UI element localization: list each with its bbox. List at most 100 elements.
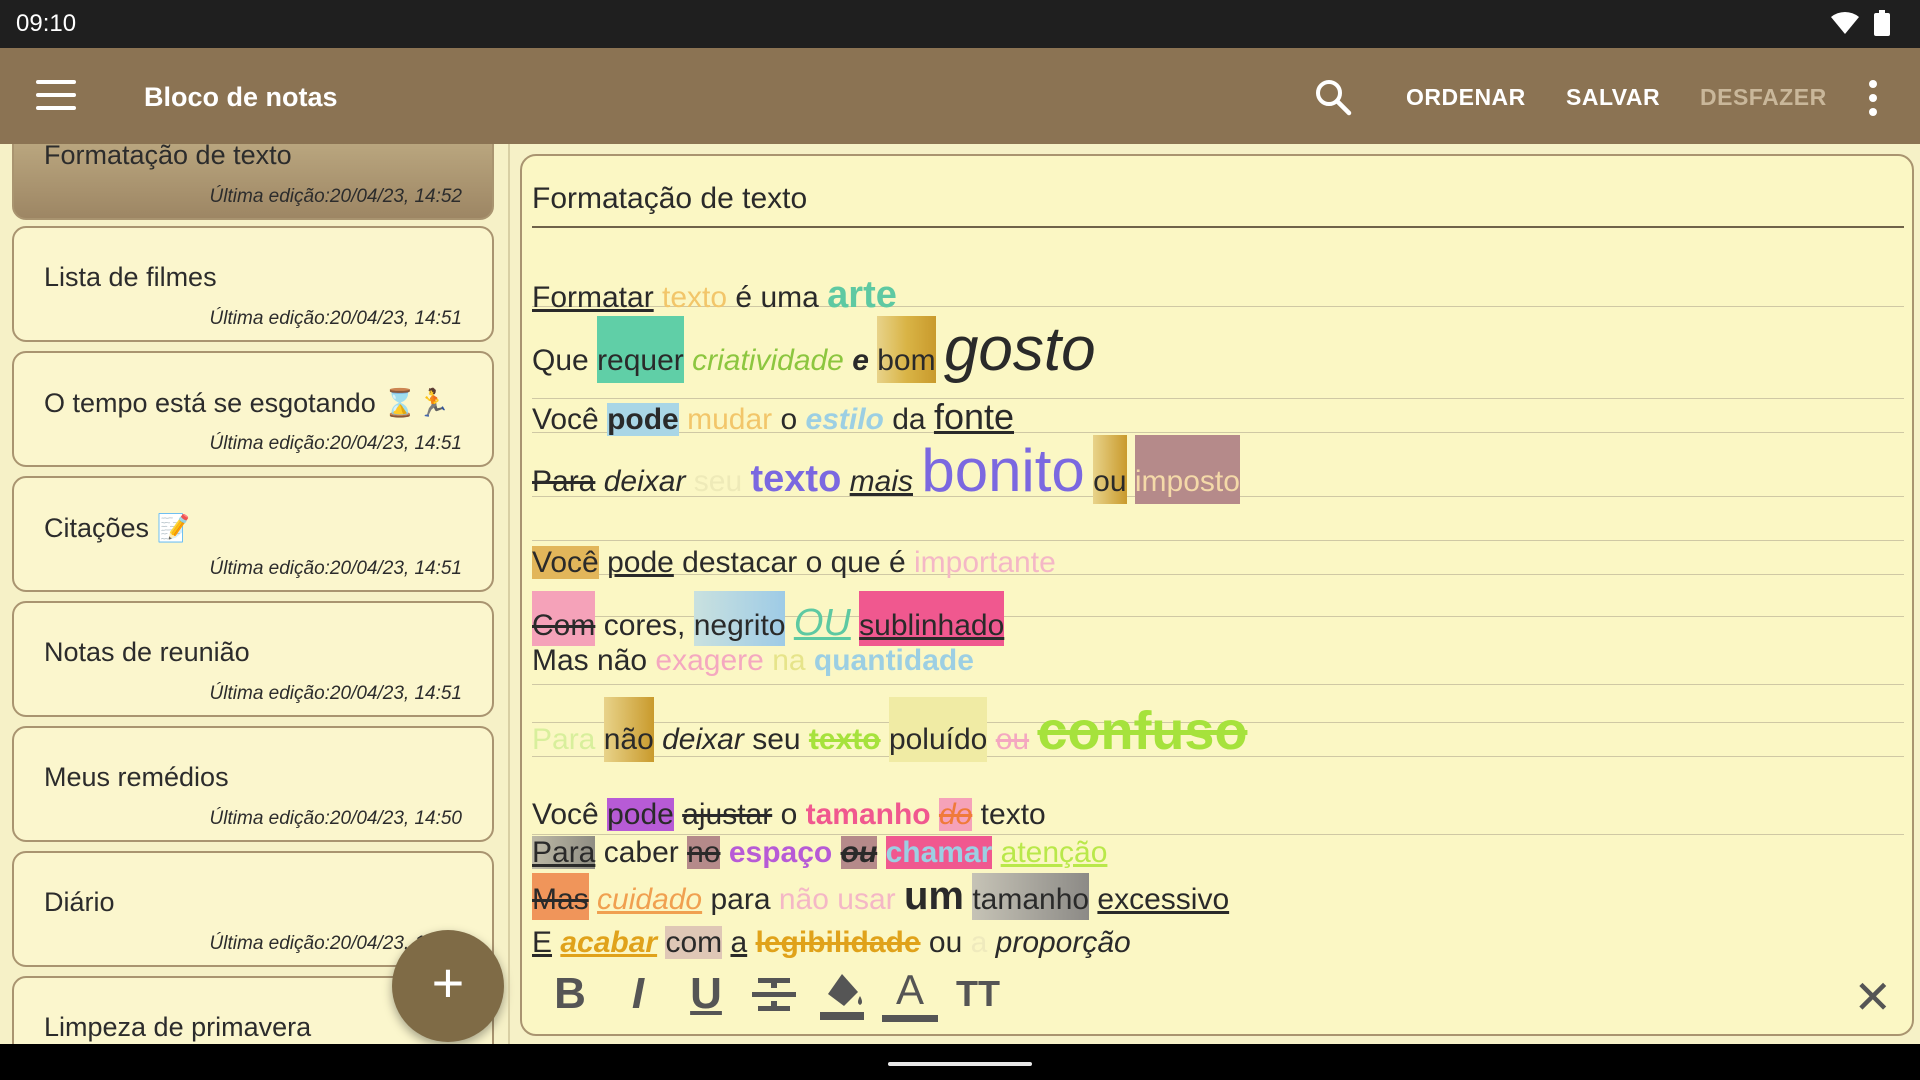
word: chamar (885, 836, 993, 869)
note-card-formatacao[interactable]: Formatação de texto Última edição:20/04/… (12, 144, 494, 220)
rule-line (532, 684, 1904, 685)
rule-line (532, 540, 1904, 541)
note-title-field[interactable]: Formatação de texto (532, 182, 1904, 228)
pane-divider (508, 144, 510, 1044)
add-note-button[interactable]: + (392, 930, 504, 1042)
word: Para (532, 465, 596, 498)
word: ou (1093, 435, 1127, 504)
text-line: Com cores, negrito OU sublinhado (532, 591, 1005, 646)
word: texto (750, 458, 842, 500)
note-list: Formatação de texto Última edição:20/04/… (0, 144, 506, 1044)
note-title: Limpeza de primavera (44, 1012, 312, 1042)
word: seu (752, 723, 801, 756)
text-line: Para caber no espaço ou chamar atenção (532, 836, 1107, 870)
battery-icon (1874, 10, 1890, 36)
note-card-meus-remedios[interactable]: Meus remédios Última edição:20/04/23, 14… (12, 726, 494, 842)
italic-button[interactable]: I (610, 966, 666, 1022)
note-card-citacoes[interactable]: Citações 📝 Última edição:20/04/23, 14:51 (12, 476, 494, 592)
save-button[interactable]: SALVAR (1566, 84, 1660, 111)
search-icon[interactable] (1314, 78, 1352, 116)
underline-button[interactable]: U (678, 966, 734, 1022)
word: quantidade (813, 644, 974, 677)
text-size-button[interactable]: TT (950, 966, 1006, 1022)
word: Com (532, 591, 596, 646)
note-title: Notas de reunião (44, 637, 250, 667)
text-line: Você pode destacar o que é importante (532, 546, 1056, 580)
text-line: Formatar texto é uma arte (532, 274, 897, 317)
fill-color-icon[interactable] (814, 966, 870, 1022)
note-title: Diário (44, 887, 115, 917)
word: texto (808, 723, 881, 756)
note-date: Última edição:20/04/23, 14:51 (209, 433, 462, 454)
strikethrough-icon[interactable] (746, 966, 802, 1022)
word: cuidado (597, 883, 703, 916)
menu-icon[interactable] (36, 80, 76, 110)
word: gosto (943, 315, 1096, 384)
status-bar: 09:10 (0, 0, 1920, 48)
app-title: Bloco de notas (144, 82, 338, 112)
word: texto (662, 281, 728, 314)
word: para (710, 883, 771, 916)
word: deixar (603, 465, 686, 498)
word: tamanho (972, 873, 1090, 920)
word: ou (840, 836, 878, 869)
word: excessivo (1097, 883, 1230, 916)
word: texto (980, 798, 1046, 831)
word: negrito (693, 591, 786, 646)
word: do (938, 798, 973, 831)
note-date: Última edição:20/04/23, 14:51 (209, 558, 462, 579)
more-options-icon[interactable] (1868, 80, 1878, 116)
note-editor[interactable]: Formatação de texto Formatar texto é uma… (520, 154, 1914, 1036)
word: Você (532, 798, 599, 831)
bold-button[interactable]: B (542, 966, 598, 1022)
word: E (532, 926, 553, 959)
word: mais (849, 465, 913, 498)
text-line: Mas cuidado para não usar um tamanho exc… (532, 873, 1230, 920)
text-color-button[interactable]: A (882, 966, 938, 1022)
home-handle[interactable] (888, 1062, 1032, 1066)
note-title: Lista de filmes (44, 262, 217, 292)
word: Para (532, 723, 596, 756)
word: sublinhado (859, 591, 1005, 646)
word: no (687, 836, 721, 869)
word: requer (597, 316, 684, 383)
word: o (780, 403, 798, 436)
word: bom (877, 316, 936, 383)
note-card-tempo[interactable]: O tempo está se esgotando ⌛🏃 Última ediç… (12, 351, 494, 467)
note-card-lista-de-filmes[interactable]: Lista de filmes Última edição:20/04/23, … (12, 226, 494, 342)
word: acabar (560, 926, 658, 959)
word: OU (793, 602, 851, 644)
word: ou (928, 926, 963, 959)
word: fonte (933, 396, 1015, 437)
word: Você (532, 403, 599, 436)
word: pode (607, 546, 674, 579)
note-date: Última edição:20/04/23, 14:51 (209, 683, 462, 704)
word: não (778, 883, 829, 916)
word: um (903, 874, 964, 918)
word: estilo (805, 403, 884, 436)
note-title: Formatação de texto (44, 144, 292, 170)
undo-button[interactable]: DESFAZER (1700, 84, 1827, 111)
word: ajustar (682, 798, 773, 831)
word: atenção (1000, 836, 1108, 869)
word: importante (914, 546, 1056, 579)
note-title: Meus remédios (44, 762, 229, 792)
close-toolbar-icon[interactable]: ✕ (1853, 970, 1892, 1024)
word: é uma (735, 281, 819, 314)
word: da (892, 403, 926, 436)
text-line: E acabar com a legibilidade ou a proporç… (532, 926, 1131, 960)
word: com (665, 926, 723, 959)
note-date: Última edição:20/04/23, 14:50 (209, 808, 462, 829)
sort-button[interactable]: ORDENAR (1406, 84, 1526, 111)
word: cores, (603, 609, 686, 642)
word: caber (603, 836, 679, 869)
note-card-notas-de-reuniao[interactable]: Notas de reunião Última edição:20/04/23,… (12, 601, 494, 717)
word: ou (995, 723, 1030, 756)
word: arte (827, 274, 897, 316)
word: poluído (888, 697, 988, 762)
word: espaço (728, 836, 833, 869)
word: confuso (1037, 701, 1248, 761)
word: tamanho (805, 798, 931, 831)
word: legibilidade (755, 926, 921, 959)
text-line: Que requer criatividade e bom gosto (532, 314, 1096, 385)
